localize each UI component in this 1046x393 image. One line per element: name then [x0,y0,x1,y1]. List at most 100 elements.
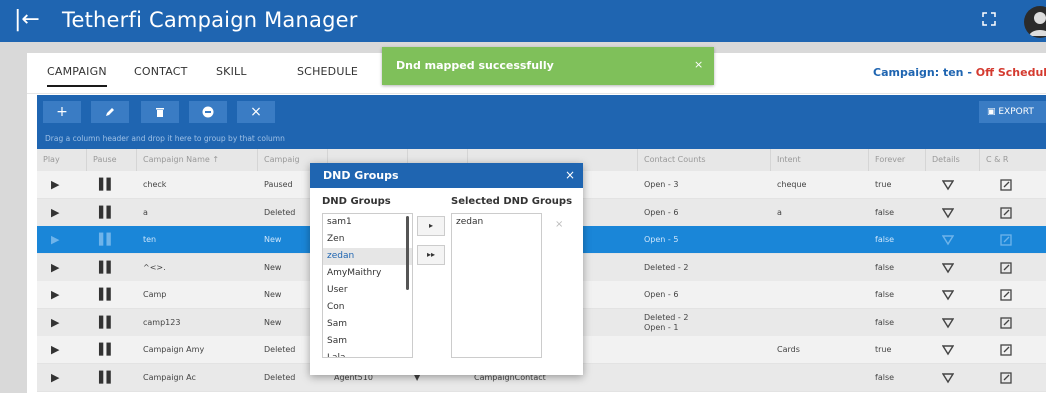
pause-icon[interactable]: ▌▌ [87,336,137,363]
list-item[interactable]: AmyMaithry [323,265,412,282]
play-icon[interactable]: ▶ [37,309,87,336]
col-pause[interactable]: Pause [87,149,137,171]
play-icon[interactable]: ▶ [37,254,87,281]
col-play[interactable]: Play [37,149,87,171]
filter-icon[interactable] [926,226,980,253]
play-icon[interactable]: ▶ [37,336,87,363]
forever-cell: false [875,317,895,327]
intent-cell [771,281,869,308]
available-groups-label: DND Groups [322,196,391,207]
fullscreen-icon[interactable] [982,12,996,26]
forever-cell: false [875,372,895,382]
remove-selected-button[interactable]: × [555,219,563,230]
col-forever[interactable]: Forever [869,149,926,171]
col-campaign-name[interactable]: Campaign Name ↑ [137,149,258,171]
add-button[interactable]: + [43,101,81,123]
name-cell: a [143,207,148,217]
pause-icon[interactable]: ▌▌ [87,254,137,281]
name-cell: check [143,180,167,189]
counts-cell: Open - 6 [644,207,679,217]
modal-close-button[interactable]: × [565,168,575,182]
list-scrollbar[interactable] [406,216,409,290]
success-toast: Dnd mapped successfully × [382,47,714,85]
edit-icon[interactable] [980,199,1046,226]
back-arrow-icon[interactable]: |← [14,8,40,32]
edit-icon[interactable] [980,336,1046,363]
forever-cell: false [875,262,895,272]
list-item[interactable]: Con [323,299,412,316]
counts-cell [638,336,771,363]
pause-icon[interactable]: ▌▌ [87,309,137,336]
play-icon[interactable]: ▶ [37,199,87,226]
intent-cell [771,226,869,253]
filter-icon[interactable] [926,171,980,198]
edit-icon[interactable] [980,226,1046,253]
list-item[interactable]: zedan [452,214,541,231]
list-item[interactable]: Lala [323,350,412,357]
filter-icon[interactable] [926,364,980,391]
tab-campaign[interactable]: CAMPAIGN [47,65,107,87]
counts-cell: Open - 5 [644,235,679,244]
forever-cell: false [875,235,895,244]
export-button[interactable]: ▣ EXPORT [979,101,1046,123]
edit-icon[interactable] [980,171,1046,198]
pause-icon[interactable]: ▌▌ [87,281,137,308]
delete-button[interactable] [141,101,179,123]
pause-icon[interactable]: ▌▌ [87,199,137,226]
tab-schedule[interactable]: SCHEDULE [297,65,358,79]
edit-icon[interactable] [980,309,1046,336]
tab-contact[interactable]: CONTACT [134,65,188,79]
selected-groups-label: Selected DND Groups [451,196,573,207]
counts-cell: Open - 3 [644,180,679,189]
play-icon[interactable]: ▶ [37,171,87,198]
tab-skill[interactable]: SKILL [216,65,247,79]
move-selected-button[interactable]: ▸ [417,216,445,236]
forever-cell: false [875,290,895,299]
toast-close-button[interactable]: × [694,58,703,71]
col-c-and-r[interactable]: C & R [980,149,1046,171]
forever-cell: false [875,207,895,217]
list-item[interactable]: zedan [323,248,412,265]
grid-toolbar: + × ▣ EXPORT [37,95,1046,129]
edit-button[interactable] [91,101,129,123]
counts-cell [638,364,771,391]
user-avatar[interactable] [1024,6,1046,38]
list-item[interactable]: sam1 [323,214,412,231]
counts-cell: Open - 6 [644,290,679,299]
name-cell: ten [143,235,157,244]
list-item[interactable]: Sam [323,316,412,333]
filter-icon[interactable] [926,281,980,308]
campaign-status-info: Campaign: ten - Off Schedul [873,66,1046,80]
list-item[interactable]: Zen [323,231,412,248]
list-item[interactable]: Sam [323,333,412,350]
pause-icon[interactable]: ▌▌ [87,364,137,391]
col-details[interactable]: Details [926,149,980,171]
move-all-button[interactable]: ▸▸ [417,245,445,265]
play-icon[interactable]: ▶ [37,226,87,253]
intent-cell [771,254,869,281]
edit-icon[interactable] [980,281,1046,308]
campaign-name-label: Campaign: ten [873,66,964,79]
contact-counts-cell: Deleted - 2 Open - 1 [644,312,689,332]
intent-cell [771,309,869,336]
list-item[interactable]: User [323,282,412,299]
play-icon[interactable]: ▶ [37,364,87,391]
col-contact-counts[interactable]: Contact Counts [638,149,771,171]
filter-icon[interactable] [926,309,980,336]
available-groups-list[interactable]: sam1 Zen zedan AmyMaithry User Con Sam S… [322,213,413,358]
col-intent[interactable]: Intent [771,149,869,171]
play-icon[interactable]: ▶ [37,281,87,308]
close-button[interactable]: × [237,101,275,123]
filter-icon[interactable] [926,336,980,363]
intent-cell [771,364,869,391]
selected-groups-list[interactable]: zedan [451,213,542,358]
edit-icon[interactable] [980,364,1046,391]
filter-icon[interactable] [926,254,980,281]
filter-icon[interactable] [926,199,980,226]
edit-icon[interactable] [980,254,1046,281]
block-button[interactable] [189,101,227,123]
modal-header: DND Groups × [310,163,583,188]
name-cell: ^<>. [143,262,166,272]
pause-icon[interactable]: ▌▌ [87,171,137,198]
pause-icon[interactable]: ▌▌ [87,226,137,253]
